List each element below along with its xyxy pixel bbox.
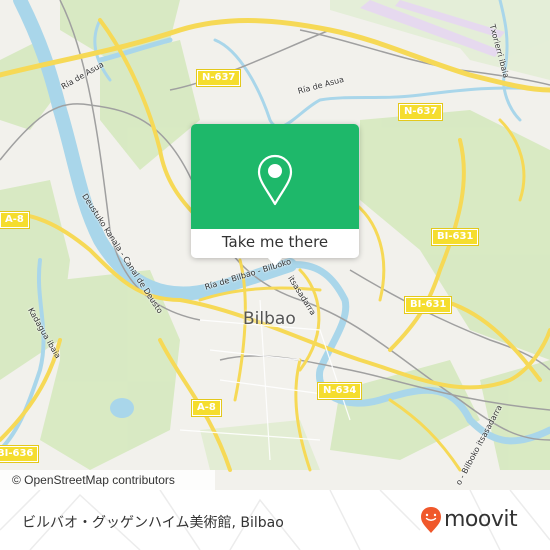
popup-footer: Take me there xyxy=(191,229,359,258)
moovit-wordmark: moovit xyxy=(444,507,518,532)
road-label-a8: A-8 xyxy=(191,399,222,417)
road-label-bi631: BI-631 xyxy=(403,296,453,314)
map-pin-icon xyxy=(257,154,293,206)
map-view[interactable]: Ría de Asua Ría de Asua Txorierri ibaia … xyxy=(0,0,550,490)
city-label: Bilbao xyxy=(243,309,296,329)
footer-bar: ビルバオ・グッゲンハイム美術館, Bilbao moovit xyxy=(0,490,550,550)
road-label-bi636: BI-636 xyxy=(0,445,40,463)
road-label-n637: N-637 xyxy=(195,69,242,87)
reservoir xyxy=(110,398,134,418)
location-popup: Take me there xyxy=(191,124,359,266)
take-me-there-button[interactable]: Take me there xyxy=(191,229,359,258)
moovit-logo[interactable]: moovit xyxy=(420,504,518,536)
road-label-n634: N-634 xyxy=(316,382,363,400)
road-label-a8: A-8 xyxy=(0,211,30,229)
attribution-text: © OpenStreetMap contributors xyxy=(12,473,175,487)
popup-pointer xyxy=(267,257,283,266)
moovit-pin-icon xyxy=(421,507,441,533)
popup-header xyxy=(191,124,359,229)
place-name: ビルバオ・グッゲンハイム美術館, Bilbao xyxy=(22,515,284,531)
road-label-n637: N-637 xyxy=(397,103,444,121)
map-attribution[interactable]: © OpenStreetMap contributors xyxy=(0,470,215,490)
road-label-bi631: BI-631 xyxy=(430,228,480,246)
